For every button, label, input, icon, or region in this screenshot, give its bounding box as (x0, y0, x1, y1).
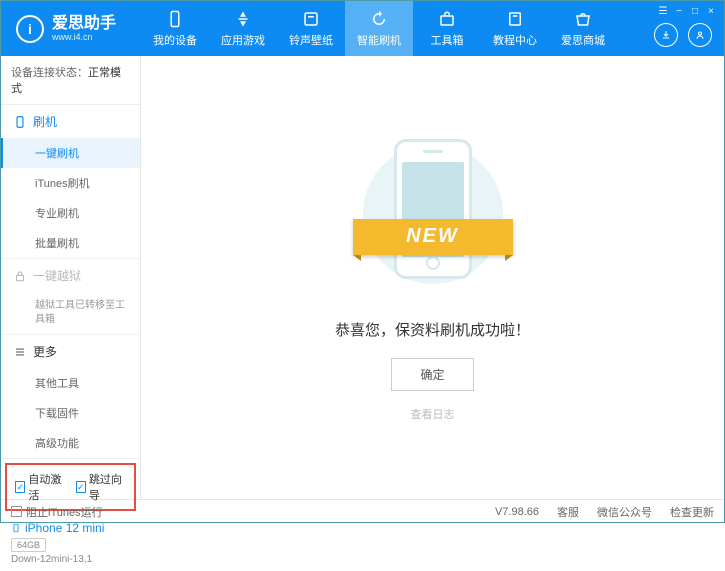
sidebar: 设备连接状态：正常模式 刷机 一键刷机 iTunes刷机 专业刷机 批量刷机 一… (1, 56, 141, 499)
phone-icon (165, 9, 185, 29)
app-header: i 爱思助手 www.i4.cn 我的设备 应用游戏 铃声壁纸 智能刷机 工具箱 (1, 1, 724, 56)
checkbox-icon (11, 506, 22, 517)
sidebar-jailbreak-note: 越狱工具已转移至工具箱 (1, 292, 140, 334)
content-area: 设备连接状态：正常模式 刷机 一键刷机 iTunes刷机 专业刷机 批量刷机 一… (1, 56, 724, 499)
window-controls: ☰ − □ × (650, 1, 724, 21)
nav-toolbox[interactable]: 工具箱 (413, 1, 481, 56)
nav-flash[interactable]: 智能刷机 (345, 1, 413, 56)
app-name: 爱思助手 (52, 16, 116, 32)
logo-area: i 爱思助手 www.i4.cn (1, 15, 141, 43)
sidebar-more-header[interactable]: 更多 (1, 335, 140, 368)
sidebar-item-advanced[interactable]: 高级功能 (1, 428, 140, 458)
phone-illustration: NEW (343, 134, 523, 294)
lock-icon (13, 269, 27, 283)
nav-tabs: 我的设备 应用游戏 铃声壁纸 智能刷机 工具箱 教程中心 爱思商城 (141, 1, 617, 56)
check-icon: ✓ (15, 481, 25, 493)
header-right (654, 23, 712, 47)
sidebar-jailbreak-header: 一键越狱 (1, 259, 140, 292)
sidebar-item-pro[interactable]: 专业刷机 (1, 198, 140, 228)
sidebar-item-batch[interactable]: 批量刷机 (1, 228, 140, 258)
apps-icon (233, 9, 253, 29)
auto-activate-checkbox[interactable]: ✓ 自动激活 (15, 471, 66, 503)
device-info[interactable]: iPhone 12 mini 64GB Down-12mini-13,1 (1, 515, 140, 571)
device-sub: Down-12mini-13,1 (11, 554, 130, 565)
close-button[interactable]: × (704, 5, 718, 17)
menu-small-icon (13, 345, 27, 359)
skip-guide-checkbox[interactable]: ✓ 跳过向导 (76, 471, 127, 503)
view-log-link[interactable]: 查看日志 (411, 406, 455, 422)
menu-icon[interactable]: ☰ (656, 5, 670, 17)
store-icon (573, 9, 593, 29)
confirm-button[interactable]: 确定 (391, 358, 473, 391)
user-button[interactable] (688, 23, 712, 47)
app-url: www.i4.cn (52, 32, 116, 42)
service-link[interactable]: 客服 (557, 504, 579, 520)
sidebar-flash-header[interactable]: 刷机 (1, 105, 140, 138)
new-banner: NEW (353, 219, 513, 255)
sidebar-item-download[interactable]: 下载固件 (1, 398, 140, 428)
nav-my-device[interactable]: 我的设备 (141, 1, 209, 56)
update-link[interactable]: 检查更新 (670, 504, 714, 520)
nav-apps[interactable]: 应用游戏 (209, 1, 277, 56)
minimize-button[interactable]: − (672, 5, 686, 17)
device-capacity: 64GB (11, 538, 46, 552)
connection-status: 设备连接状态：正常模式 (1, 56, 140, 105)
refresh-icon (369, 9, 389, 29)
phone-small-icon (13, 115, 27, 129)
download-button[interactable] (654, 23, 678, 47)
sidebar-item-itunes[interactable]: iTunes刷机 (1, 168, 140, 198)
nav-tutorials[interactable]: 教程中心 (481, 1, 549, 56)
sidebar-item-oneclick[interactable]: 一键刷机 (1, 138, 140, 168)
device-name: iPhone 12 mini (11, 521, 130, 535)
logo-icon: i (16, 15, 44, 43)
block-itunes-checkbox[interactable]: 阻止iTunes运行 (11, 504, 103, 520)
check-icon: ✓ (76, 481, 86, 493)
main-panel: NEW 恭喜您，保资料刷机成功啦！ 确定 查看日志 (141, 56, 724, 499)
device-icon (11, 521, 21, 535)
version-label: V7.98.66 (495, 506, 539, 518)
wallpaper-icon (301, 9, 321, 29)
maximize-button[interactable]: □ (688, 5, 702, 17)
wechat-link[interactable]: 微信公众号 (597, 504, 652, 520)
nav-ringtones[interactable]: 铃声壁纸 (277, 1, 345, 56)
book-icon (505, 9, 525, 29)
toolbox-icon (437, 9, 457, 29)
success-message: 恭喜您，保资料刷机成功啦！ (335, 319, 530, 340)
sidebar-item-other[interactable]: 其他工具 (1, 368, 140, 398)
nav-store[interactable]: 爱思商城 (549, 1, 617, 56)
